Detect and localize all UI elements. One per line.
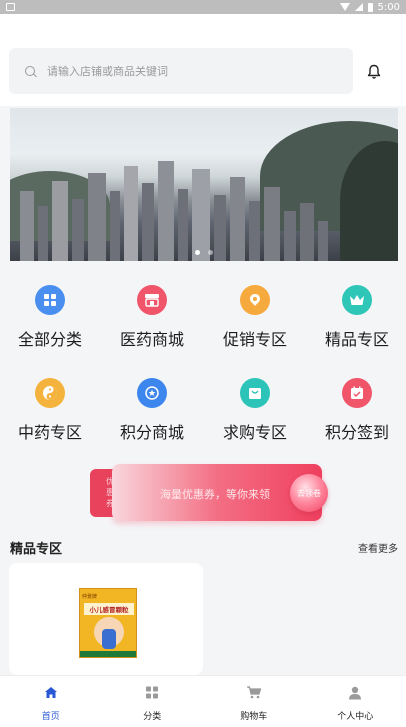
category-tcm[interactable]: 中药专区 xyxy=(0,378,100,443)
coupon-front-card: 海量优惠券，等你来领 去领卷 xyxy=(112,464,328,521)
category-all[interactable]: 全部分类 xyxy=(0,285,100,350)
battery-icon xyxy=(367,2,373,12)
category-label: 中药专区 xyxy=(17,423,82,442)
store-icon xyxy=(137,285,167,315)
status-icons: 5:00 xyxy=(339,0,400,14)
signal-icon xyxy=(354,3,363,11)
category-label: 医药商城 xyxy=(119,330,184,349)
banner-indicator xyxy=(10,250,398,255)
category-icon xyxy=(146,686,159,699)
claim-coupon-button[interactable]: 去领卷 xyxy=(290,474,328,512)
home-icon xyxy=(44,687,57,698)
category-purchase[interactable]: 求购专区 xyxy=(205,378,305,443)
search-bar[interactable] xyxy=(9,48,353,94)
view-more-link[interactable]: 查看更多 xyxy=(358,540,398,555)
search-input[interactable] xyxy=(47,64,327,78)
category-grid: 全部分类 医药商城 促销专区 精品专区 中药专区 积分商城 求购专区 积分签到 xyxy=(0,270,406,460)
category-label: 积分商城 xyxy=(119,423,184,442)
section-title: 精品专区 xyxy=(10,542,63,557)
bell-icon[interactable] xyxy=(367,64,381,80)
search-icon xyxy=(25,66,35,76)
category-label: 求购专区 xyxy=(222,423,287,442)
category-premium[interactable]: 精品专区 xyxy=(307,285,406,350)
bottom-tab-bar: 首页 分类 购物车 个人中心 xyxy=(0,675,406,727)
coupon-banner[interactable]: 优惠券 海量优惠券，等你来领 去领卷 xyxy=(90,464,328,521)
banner-dot[interactable] xyxy=(195,250,200,255)
tab-profile[interactable]: 个人中心 xyxy=(305,676,406,727)
tab-cart[interactable]: 购物车 xyxy=(203,676,305,727)
category-label: 积分签到 xyxy=(324,423,389,442)
calendar-icon xyxy=(342,378,372,408)
category-points-mall[interactable]: 积分商城 xyxy=(102,378,202,443)
coupon-text: 海量优惠券，等你来领 xyxy=(160,488,270,501)
product-box-name: 小儿感冒颗粒 xyxy=(84,603,134,615)
product-box-tag: 仲景牌 xyxy=(82,594,98,600)
product-image: 仲景牌 小儿感冒颗粒 xyxy=(79,588,137,658)
crown-icon xyxy=(342,285,372,315)
category-label: 精品专区 xyxy=(324,330,389,349)
category-label: 促销专区 xyxy=(222,330,287,349)
tab-category[interactable]: 分类 xyxy=(102,676,204,727)
points-icon xyxy=(137,378,167,408)
tab-label: 首页 xyxy=(41,712,60,722)
tab-label: 个人中心 xyxy=(337,712,374,722)
promo-icon xyxy=(240,285,270,315)
banner-carousel[interactable] xyxy=(10,108,398,261)
category-promotion[interactable]: 促销专区 xyxy=(205,285,305,350)
user-icon xyxy=(349,686,362,700)
header xyxy=(0,14,406,106)
bag-icon xyxy=(240,378,270,408)
banner-dot[interactable] xyxy=(208,250,213,255)
category-checkin[interactable]: 积分签到 xyxy=(307,378,406,443)
notification-icon xyxy=(6,3,15,11)
tab-label: 分类 xyxy=(143,712,162,722)
wifi-icon xyxy=(339,3,350,11)
status-bar: 5:00 xyxy=(0,0,406,14)
category-label: 全部分类 xyxy=(17,330,82,349)
cart-icon xyxy=(246,686,262,699)
status-time: 5:00 xyxy=(377,1,400,13)
tab-home[interactable]: 首页 xyxy=(0,676,102,727)
grid-icon xyxy=(35,285,65,315)
yinyang-icon xyxy=(35,378,65,408)
tab-label: 购物车 xyxy=(240,712,268,722)
product-card[interactable]: 仲景牌 小儿感冒颗粒 xyxy=(9,563,203,675)
category-pharmacy-mall[interactable]: 医药商城 xyxy=(102,285,202,350)
